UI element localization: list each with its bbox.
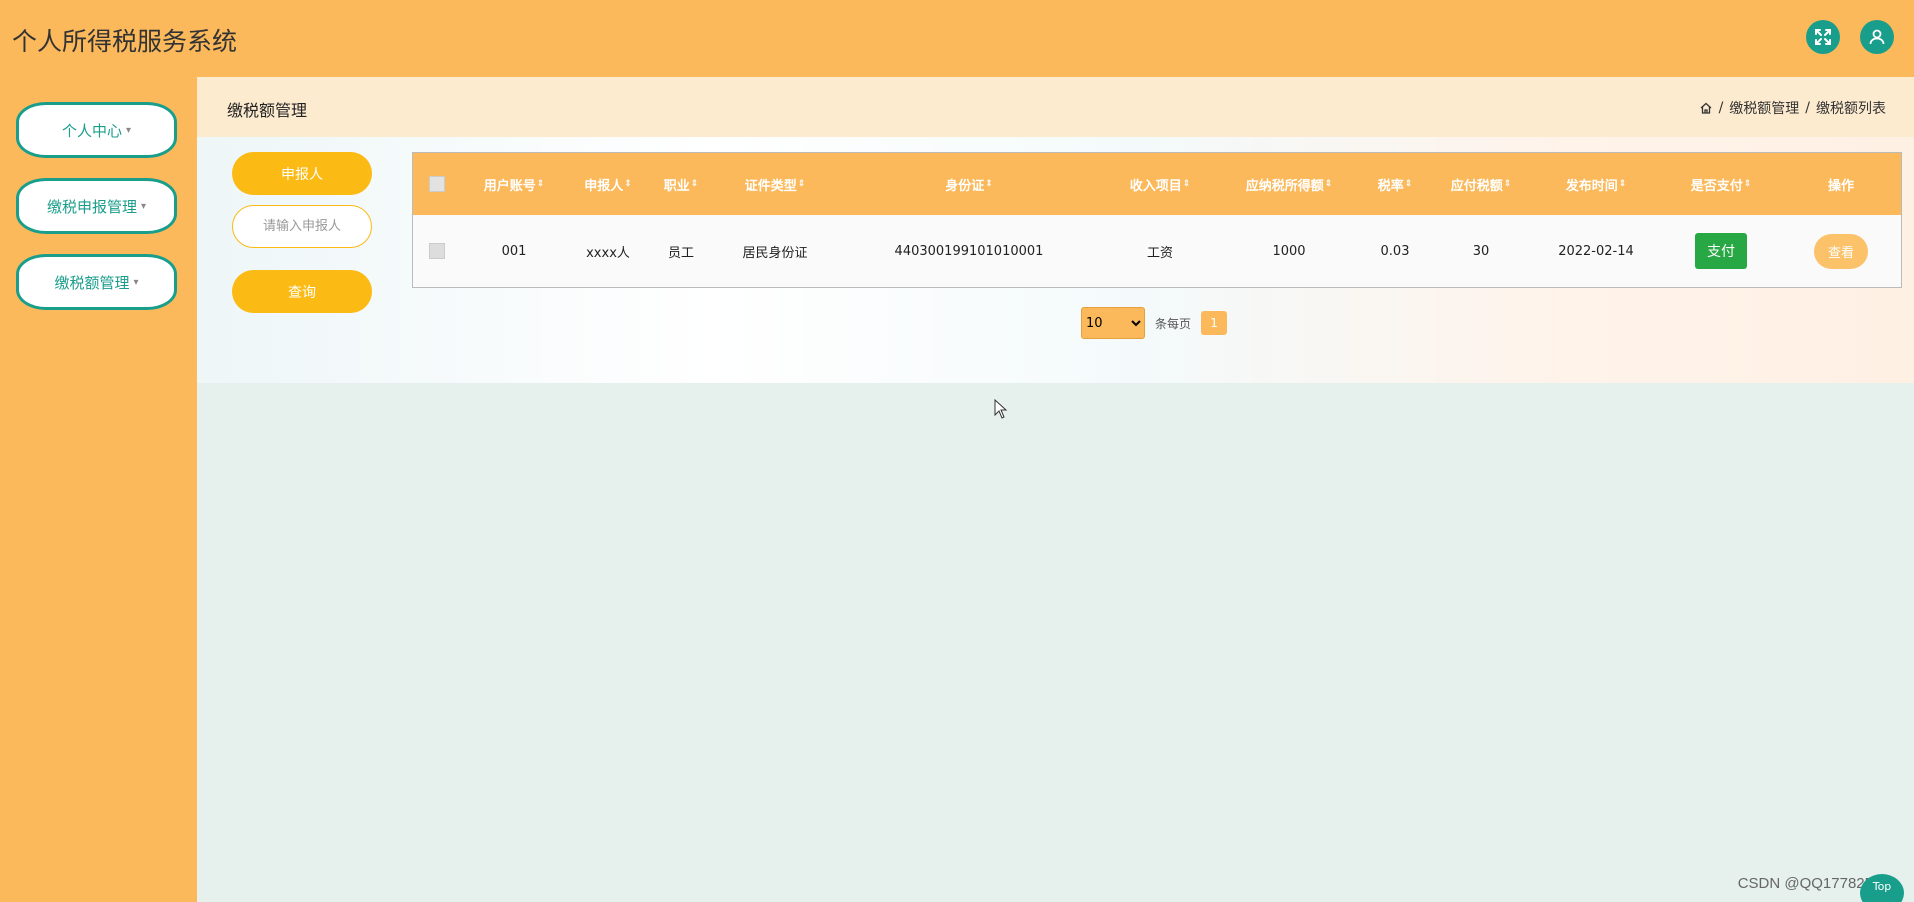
pay-button[interactable]: 支付	[1695, 233, 1747, 269]
sort-icon: ⇕	[1503, 179, 1512, 189]
user-icon	[1869, 29, 1885, 45]
sort-icon: ⇕	[1182, 179, 1191, 189]
table-header: 用户账号 ⇕ 申报人 ⇕ 职业 ⇕ 证件类型 ⇕ 身份证 ⇕ 收入项目 ⇕ 应纳税所得额 ⇕ …	[413, 153, 1901, 215]
home-icon[interactable]	[1699, 101, 1713, 115]
breadcrumb: / 缴税额管理 / 缴税额列表	[1699, 98, 1886, 118]
breadcrumb-item: 缴税额列表	[1816, 101, 1886, 117]
cell-declarer: xxxx人	[586, 245, 630, 261]
app-title: 个人所得税服务系统	[12, 27, 238, 56]
column-header-account[interactable]: 用户账号 ⇕	[461, 153, 567, 215]
content-panel: 缴税额管理 / 缴税额管理 / 缴税额列表 申报人 查询 用户账号⇕ 申报人	[197, 77, 1914, 383]
row-checkbox[interactable]	[429, 243, 445, 259]
column-header-id-number[interactable]: 身份证 ⇕	[837, 153, 1101, 215]
select-all-checkbox[interactable]	[429, 176, 445, 192]
declarer-label: 申报人	[232, 152, 372, 195]
column-header-publish-time[interactable]: 发布时间 ⇕	[1531, 153, 1661, 215]
column-header-taxable-income[interactable]: 应纳税所得额 ⇕	[1219, 153, 1359, 215]
view-button[interactable]: 查看	[1813, 233, 1868, 269]
sidebar-item-label: 个人中心	[61, 121, 122, 140]
declarer-search-input[interactable]	[232, 205, 372, 248]
sort-icon: ⇕	[797, 179, 806, 189]
main-content: 缴税额管理 / 缴税额管理 / 缴税额列表 申报人 查询 用户账号⇕ 申报人	[197, 77, 1914, 902]
column-header-occupation[interactable]: 职业 ⇕	[649, 153, 713, 215]
header-checkbox-cell	[413, 153, 461, 215]
sort-icon: ⇕	[536, 179, 545, 189]
column-header-income-item[interactable]: 收入项目 ⇕	[1101, 153, 1219, 215]
cell-tax-payable: 30	[1472, 243, 1490, 259]
column-header-declarer[interactable]: 申报人 ⇕	[567, 153, 649, 215]
page-header: 缴税额管理 / 缴税额管理 / 缴税额列表	[197, 77, 1914, 137]
cell-publish-time: 2022-02-14	[1558, 243, 1634, 259]
pagination: 10 条每页 1	[1081, 307, 1228, 339]
caret-down-icon: ▾	[140, 200, 147, 212]
fullscreen-button[interactable]	[1806, 20, 1840, 54]
cell-actions: 查看	[1781, 215, 1901, 287]
cell-tax-rate: 0.03	[1380, 243, 1410, 259]
sidebar-item-tax-amount[interactable]: 缴税额管理 ▾	[16, 254, 177, 310]
cell-paid: 支付	[1661, 215, 1781, 287]
cell-account: 001	[501, 243, 527, 259]
cell-taxable-income: 1000	[1272, 243, 1306, 259]
column-header-tax-payable[interactable]: 应付税额 ⇕	[1431, 153, 1531, 215]
tax-table: 用户账号 ⇕ 申报人 ⇕ 职业 ⇕ 证件类型 ⇕ 身份证 ⇕ 收入项目 ⇕ 应纳税所得额 ⇕ …	[412, 152, 1902, 288]
sort-icon: ⇕	[1324, 179, 1333, 189]
fullscreen-icon	[1815, 29, 1831, 45]
column-header-actions: 操作	[1827, 178, 1854, 194]
column-header-paid[interactable]: 是否支付 ⇕	[1661, 153, 1781, 215]
top-bar: 个人所得税服务系统	[0, 0, 1914, 77]
column-header-tax-rate[interactable]: 税率 ⇕	[1359, 153, 1431, 215]
sidebar-item-label: 缴税额管理	[54, 273, 130, 292]
sort-icon: ⇕	[1743, 179, 1752, 189]
cell-id-type: 居民身份证	[742, 245, 808, 261]
sort-icon: ⇕	[1404, 179, 1413, 189]
sidebar-item-tax-declaration[interactable]: 缴税申报管理 ▾	[16, 178, 177, 234]
sidebar: 个人中心 ▾ 缴税申报管理 ▾ 缴税额管理 ▾	[0, 77, 197, 902]
caret-down-icon: ▾	[133, 276, 139, 288]
sidebar-item-personal-center[interactable]: 个人中心 ▾	[16, 102, 177, 158]
breadcrumb-item[interactable]: 缴税额管理	[1729, 98, 1799, 118]
column-header-id-type[interactable]: 证件类型 ⇕	[713, 153, 837, 215]
cell-occupation: 员工	[667, 245, 694, 261]
caret-down-icon: ▾	[125, 124, 132, 136]
sort-icon: ⇕	[690, 179, 699, 189]
page-title: 缴税额管理	[227, 101, 308, 120]
cell-id-number: 440300199101010001	[894, 243, 1044, 259]
sort-icon: ⇕	[985, 179, 993, 189]
page-number-current[interactable]: 1	[1201, 311, 1228, 335]
sort-icon: ⇕	[1618, 179, 1627, 189]
user-button[interactable]	[1860, 20, 1894, 54]
per-page-label: 条每页	[1155, 316, 1192, 331]
table-row: 001 xxxx人 员工 居民身份证 440300199101010001 工资…	[413, 215, 1901, 287]
query-button[interactable]: 查询	[232, 270, 372, 313]
breadcrumb-separator: /	[1805, 100, 1810, 116]
cell-income-item: 工资	[1146, 245, 1173, 261]
page-size-select[interactable]: 10	[1081, 307, 1145, 339]
sidebar-item-label: 缴税申报管理	[46, 197, 137, 216]
row-checkbox-cell	[413, 215, 461, 287]
breadcrumb-separator: /	[1718, 100, 1724, 116]
sort-icon: ⇕	[624, 179, 632, 189]
mouse-cursor-icon	[994, 399, 1008, 419]
